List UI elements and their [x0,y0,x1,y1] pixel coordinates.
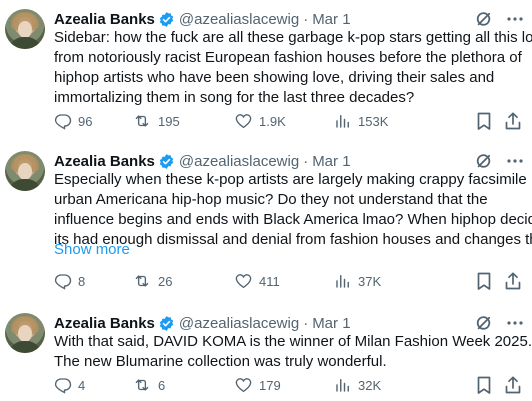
tweet-header: Azealia Banks @azealiaslacewig · Mar 1 [54,9,351,29]
repost-button[interactable]: 6 [132,375,165,395]
tweet-actions: 8 26 411 37K [54,271,524,291]
tweet-text-line: hiphop artists who have been showing lov… [54,69,495,86]
bookmark-icon[interactable] [475,375,493,395]
more-icon[interactable] [506,151,524,171]
reply-icon [54,114,72,130]
tweet[interactable]: Azealia Banks @azealiaslacewig · Mar 1 S… [0,9,532,131]
reply-button[interactable]: 96 [54,111,92,131]
tweet-date[interactable]: Mar 1 [312,153,350,170]
share-icon[interactable] [504,375,522,395]
tweet-text-line: from notoriously racist European fashion… [54,49,522,66]
repost-icon [135,115,149,127]
avatar[interactable] [5,151,45,191]
tweet-text-line: With that said, DAVID KOMA is the winner… [54,333,532,350]
views-count: 153K [358,113,389,129]
tweet-text-line: Especially when these k-pop artists are … [54,171,527,188]
like-button[interactable]: 411 [234,271,280,291]
like-count: 1.9K [259,113,286,129]
tweet-text-line: immortalizing them in song for the last … [54,89,415,106]
tweet-header: Azealia Banks @azealiaslacewig · Mar 1 [54,313,351,333]
share-icon[interactable] [504,271,522,291]
tweet-text-line: Sidebar: how the fuck are all these garb… [54,29,532,46]
share-icon[interactable] [504,111,522,131]
repost-button[interactable]: 26 [132,271,172,291]
more-icon[interactable] [506,9,524,29]
tweet[interactable]: Azealia Banks @azealiaslacewig · Mar 1 W… [0,313,532,399]
like-icon [235,274,252,289]
views-button[interactable]: 32K [334,375,381,395]
author-name[interactable]: Azealia Banks [54,11,155,28]
repost-button[interactable]: 195 [132,111,180,131]
bookmark-icon[interactable] [475,111,493,131]
like-count: 179 [259,377,281,393]
views-count: 37K [358,273,382,289]
author-handle[interactable]: @azealiaslacewig [179,315,299,332]
like-icon [235,378,252,393]
reply-icon [54,378,72,394]
tweet-actions: 96 195 1.9K 153K [54,111,524,131]
repost-count: 26 [158,273,173,289]
repost-icon [135,275,149,287]
author-handle[interactable]: @azealiaslacewig [179,153,299,170]
verified-badge-icon [159,315,174,331]
grok-icon[interactable] [474,313,494,333]
like-button[interactable]: 179 [234,375,281,395]
repost-count: 195 [158,113,180,129]
avatar[interactable] [5,313,45,353]
separator: · [303,10,309,28]
tweet-text-line: The new Blumarine collection was truly w… [54,353,387,370]
reply-icon [54,274,72,290]
grok-icon[interactable] [474,151,494,171]
avatar[interactable] [5,9,45,49]
reply-button[interactable]: 4 [54,375,85,395]
separator: · [303,314,309,332]
author-name[interactable]: Azealia Banks [54,153,155,170]
views-button[interactable]: 37K [334,271,381,291]
verified-badge-icon [159,11,174,27]
tweet-text: Sidebar: how the fuck are all these garb… [54,28,532,108]
header-actions [474,151,524,171]
reply-count: 96 [78,113,93,129]
reply-count: 4 [78,377,86,393]
tweet-actions: 4 6 179 32K [54,375,524,395]
like-count: 411 [259,273,280,289]
tweet-text: With that said, DAVID KOMA is the winner… [54,332,532,372]
author-name[interactable]: Azealia Banks [54,315,155,332]
grok-icon[interactable] [474,9,494,29]
tweet-feed: Azealia Banks @azealiaslacewig · Mar 1 S… [0,0,532,401]
tweet-date[interactable]: Mar 1 [312,11,350,28]
header-actions [474,313,524,333]
tweet-date[interactable]: Mar 1 [312,315,350,332]
show-more-link[interactable]: Show more [54,240,130,260]
tweet-text-line: influence begins and ends with Black Ame… [54,211,532,228]
separator: · [303,152,309,170]
author-handle[interactable]: @azealiaslacewig [179,11,299,28]
bookmark-icon[interactable] [475,271,493,291]
views-icon [336,275,349,288]
more-icon[interactable] [506,313,524,333]
tweet-header: Azealia Banks @azealiaslacewig · Mar 1 [54,151,351,171]
views-button[interactable]: 153K [334,111,388,131]
reply-button[interactable]: 8 [54,271,85,291]
reply-count: 8 [78,273,86,289]
tweet-text-line: urban Americana hip-hop music? Do they n… [54,191,488,208]
views-count: 32K [358,377,382,393]
tweet-text: Especially when these k-pop artists are … [54,170,532,250]
repost-icon [135,379,149,391]
repost-count: 6 [158,377,166,393]
like-button[interactable]: 1.9K [234,111,286,131]
like-icon [235,114,252,129]
header-actions [474,9,524,29]
tweet[interactable]: Azealia Banks @azealiaslacewig · Mar 1 E… [0,151,532,291]
views-icon [336,379,349,392]
views-icon [336,115,349,128]
verified-badge-icon [159,153,174,169]
